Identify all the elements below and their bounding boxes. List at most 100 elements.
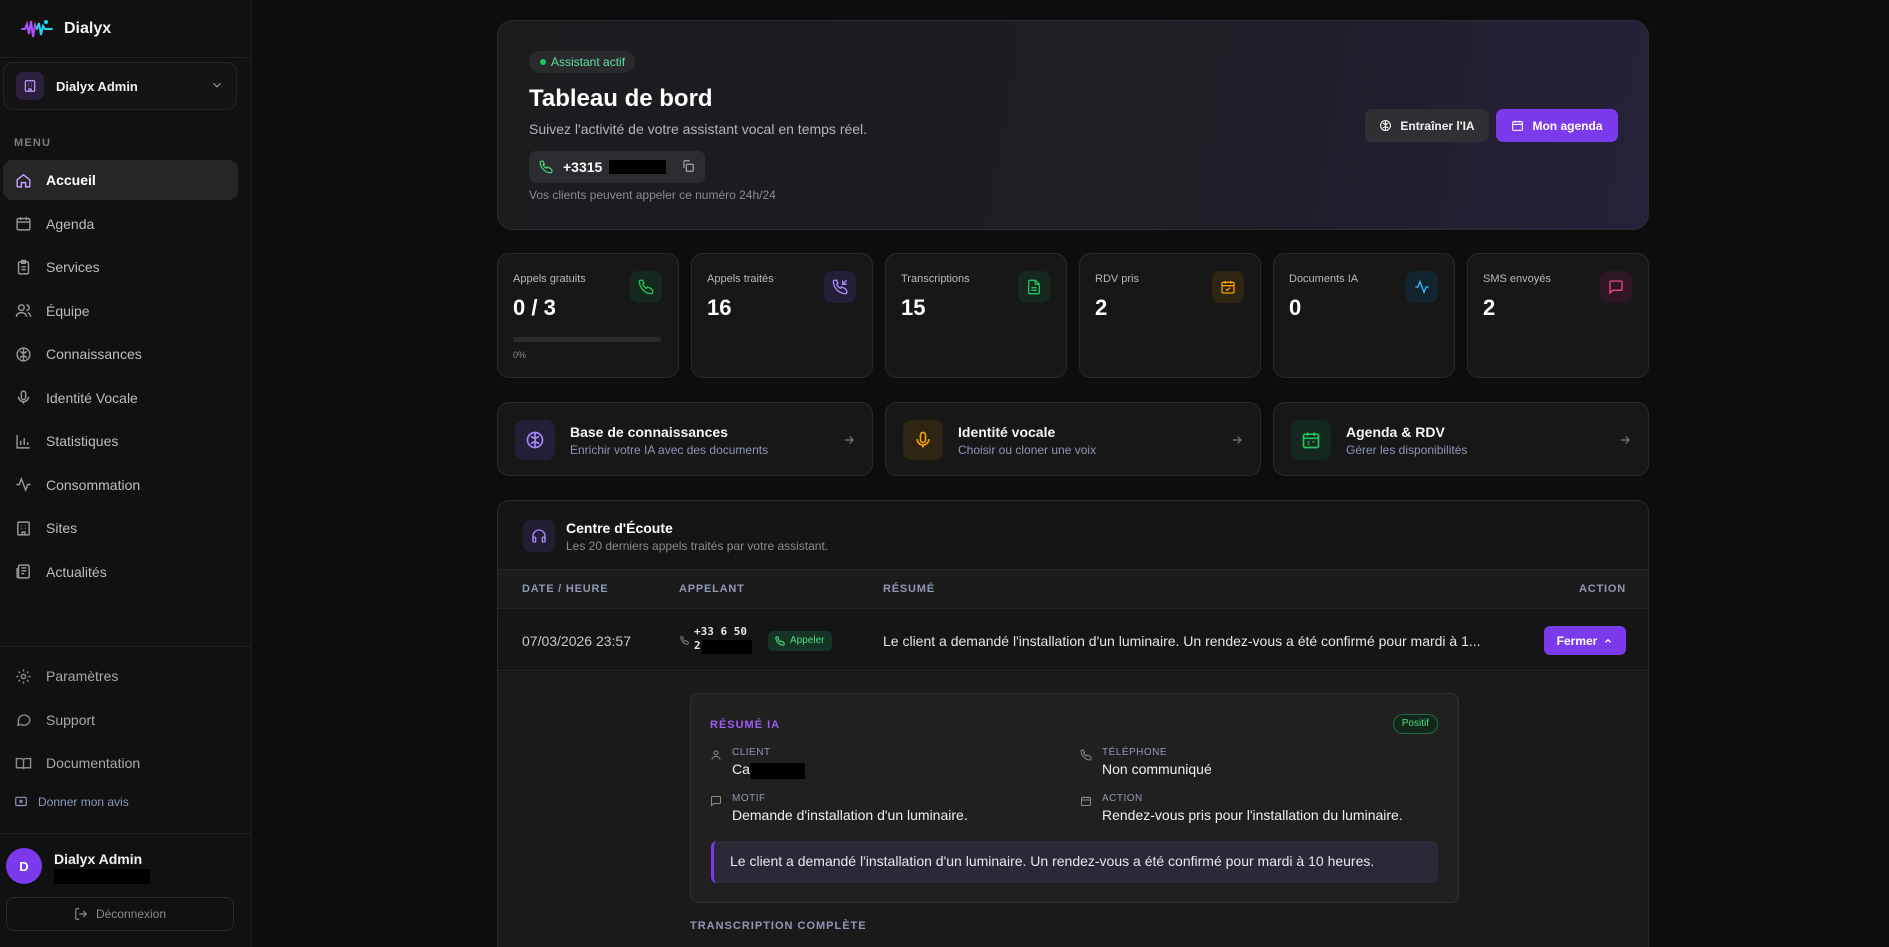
stat-value: 2 xyxy=(1095,295,1108,320)
sidebar-item-accueil[interactable]: Accueil xyxy=(3,160,238,200)
phone-icon xyxy=(1080,749,1092,761)
sidebar-item-label: Sites xyxy=(46,520,78,536)
sidebar-item-connaissances[interactable]: Connaissances xyxy=(3,334,238,374)
menu-title: MENU xyxy=(14,137,52,149)
sidebar-item-sites[interactable]: Sites xyxy=(3,508,238,548)
sidebar-item-support[interactable]: Support xyxy=(3,700,238,740)
sidebar-item-statistiques[interactable]: Statistiques xyxy=(3,421,238,461)
stat-label: Documents IA xyxy=(1289,273,1359,285)
bar-chart-icon xyxy=(16,434,30,449)
newspaper-icon xyxy=(16,564,30,579)
summary-quote: Le client a demandé l'installation d'un … xyxy=(711,841,1438,883)
sidebar-item-consommation[interactable]: Consommation xyxy=(3,465,238,505)
phone-icon xyxy=(775,636,785,646)
column-header-caller: APPELANT xyxy=(679,583,745,595)
stat-card-transcriptions: Transcriptions 15 xyxy=(885,253,1067,378)
stat-value: 0 / 3 xyxy=(513,295,556,320)
train-ai-button[interactable]: Entraîner l'IA xyxy=(1365,109,1489,142)
quick-link-voice[interactable]: Identité vocale Choisir ou cloner une vo… xyxy=(885,402,1261,476)
calendar-check-icon xyxy=(1212,271,1244,303)
brand[interactable]: Dialyx xyxy=(0,0,251,58)
workspace-selector[interactable]: Dialyx Admin xyxy=(3,62,237,110)
my-agenda-label: Mon agenda xyxy=(1532,118,1603,133)
copy-icon[interactable] xyxy=(681,159,695,173)
my-agenda-button[interactable]: Mon agenda xyxy=(1496,109,1618,142)
quick-link-knowledge[interactable]: Base de connaissances Enrichir votre IA … xyxy=(497,402,873,476)
quick-link-subtitle: Gérer les disponibilités xyxy=(1346,443,1468,457)
sidebar-item-parametres[interactable]: Paramètres xyxy=(3,656,238,696)
sidebar-item-services[interactable]: Services xyxy=(3,247,238,287)
calendar-icon xyxy=(16,217,31,231)
clipboard-icon xyxy=(17,259,30,275)
assistant-phone-number: +3315 xyxy=(563,159,603,175)
brain-icon xyxy=(515,420,555,460)
sidebar-divider xyxy=(0,646,252,647)
sidebar-item-equipe[interactable]: Équipe xyxy=(3,291,238,331)
arrow-right-icon xyxy=(1232,436,1242,444)
sidebar-item-documentation[interactable]: Documentation xyxy=(3,743,238,783)
user-icon xyxy=(711,750,721,760)
building-icon xyxy=(16,72,44,100)
user-email-redacted xyxy=(54,869,150,884)
ai-summary-title: RÉSUMÉ IA xyxy=(710,719,781,731)
stat-label: RDV pris xyxy=(1095,273,1140,285)
home-icon xyxy=(16,173,31,188)
action-value: Rendez-vous pris pour l'installation du … xyxy=(1102,807,1403,823)
phone-incoming-icon xyxy=(824,271,856,303)
sidebar-item-agenda[interactable]: Agenda xyxy=(3,204,238,244)
stat-card-free-calls: Appels gratuits 0 / 3 0% xyxy=(497,253,679,378)
stat-card-ai-documents: Documents IA 0 xyxy=(1273,253,1455,378)
column-header-date: DATE / HEURE xyxy=(522,583,609,595)
status-badge: Assistant actif xyxy=(529,51,636,73)
arrow-right-icon xyxy=(1620,436,1630,444)
feedback-link[interactable]: Donner mon avis xyxy=(14,795,129,809)
table-row[interactable]: 07/03/2026 23:57 +33 6 50 2 Appeler Le c… xyxy=(498,609,1648,671)
call-back-label: Appeler xyxy=(790,635,825,646)
sidebar-item-label: Services xyxy=(46,259,100,275)
section-title: Centre d'Écoute xyxy=(566,520,673,536)
main-nav: Accueil Agenda Services Équipe Connaissa… xyxy=(3,160,238,595)
sidebar-item-label: Actualités xyxy=(46,563,107,580)
sidebar: Dialyx Dialyx Admin MENU Accueil Agenda … xyxy=(0,0,252,947)
quick-link-agenda[interactable]: Agenda & RDV Gérer les disponibilités xyxy=(1273,402,1649,476)
mic-icon xyxy=(17,390,30,404)
ai-summary-card: RÉSUMÉ IA Positif CLIENT Ca TÉLÉPHONE No… xyxy=(690,693,1459,903)
dialyx-logo-icon xyxy=(20,14,54,44)
users-icon xyxy=(15,304,32,317)
calendar-icon xyxy=(1291,420,1331,460)
phone-redacted xyxy=(609,160,666,174)
call-summary: Le client a demandé l'installation d'un … xyxy=(883,633,1481,649)
phone-note: Vos clients peuvent appeler ce numéro 24… xyxy=(529,188,776,202)
close-details-button[interactable]: Fermer xyxy=(1544,626,1626,655)
logout-button[interactable]: Déconnexion xyxy=(6,897,234,931)
phone-label: TÉLÉPHONE xyxy=(1102,747,1168,758)
client-label: CLIENT xyxy=(732,747,771,758)
sidebar-item-identite-vocale[interactable]: Identité Vocale xyxy=(3,378,238,418)
phone-value: Non communiqué xyxy=(1102,761,1212,777)
column-header-action: ACTION xyxy=(1579,583,1626,595)
feedback-icon xyxy=(15,796,27,807)
message-circle-icon xyxy=(16,714,31,727)
message-square-icon xyxy=(711,796,721,807)
headphones-icon xyxy=(523,520,555,552)
page-title: Tableau de bord xyxy=(529,85,713,112)
listening-center: Centre d'Écoute Les 20 derniers appels t… xyxy=(497,500,1649,947)
sidebar-item-label: Consommation xyxy=(46,476,141,493)
table-header: DATE / HEURE APPELANT RÉSUMÉ ACTION xyxy=(498,569,1648,609)
client-redacted xyxy=(750,763,805,779)
sidebar-item-label: Support xyxy=(46,711,96,728)
stat-label: Transcriptions xyxy=(901,273,970,285)
train-ai-label: Entraîner l'IA xyxy=(1400,118,1475,133)
call-back-button[interactable]: Appeler xyxy=(768,631,833,651)
stat-label: Appels traités xyxy=(707,273,774,285)
avatar[interactable]: D xyxy=(6,848,42,884)
assistant-phone-chip: +3315 xyxy=(529,151,705,183)
transcript-title: TRANSCRIPTION COMPLÈTE xyxy=(690,920,867,932)
client-value: Ca xyxy=(732,761,750,777)
sidebar-item-label: Agenda xyxy=(46,215,95,232)
activity-icon xyxy=(1406,271,1438,303)
quick-link-title: Agenda & RDV xyxy=(1346,424,1445,440)
sidebar-item-actualites[interactable]: Actualités xyxy=(3,552,238,592)
stat-value: 16 xyxy=(707,295,732,320)
reason-value: Demande d'installation d'un luminaire. xyxy=(732,807,968,823)
